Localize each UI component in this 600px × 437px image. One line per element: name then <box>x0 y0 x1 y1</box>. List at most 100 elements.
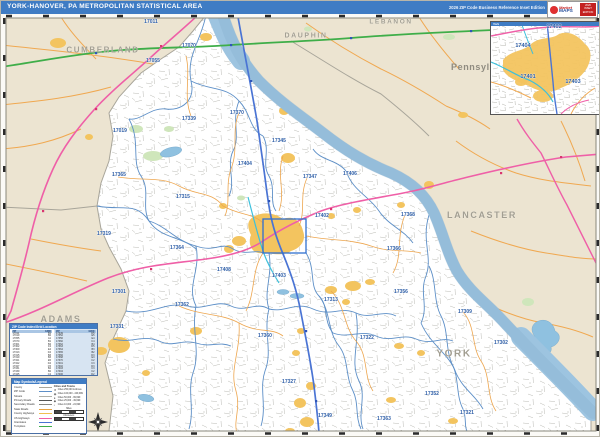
legend-label: US Highways <box>14 417 30 420</box>
legend-body: CountyZIP CodeStreetsPrimary RoadsSecond… <box>12 384 86 430</box>
inset-zip-label-17404: 17404 <box>515 43 530 49</box>
legend-swatch <box>39 422 52 423</box>
index-grid: D2 <box>91 374 94 376</box>
legend-swatch <box>39 391 52 392</box>
county-label-dauphin: DAUPHIN <box>284 33 327 40</box>
inset-zip-label-17403: 17403 <box>565 79 580 85</box>
legend-label: State Roads <box>14 408 28 411</box>
inset-zip-label-17402: 17402 <box>546 24 561 30</box>
zip-label-17408: 17408 <box>217 267 231 273</box>
zip-label-17327: 17327 <box>282 379 296 385</box>
index-grid: C2 <box>48 374 51 376</box>
scale-bar-miles: Miles <box>54 408 84 414</box>
logo-edition-badge: 2026INSETEDITION <box>580 3 596 16</box>
legend-swatch <box>39 400 52 401</box>
scale-bar-rule <box>54 410 84 414</box>
legend-label: County Highways <box>14 412 34 415</box>
legend-row-turnpikes: Turnpikes <box>14 425 52 429</box>
zip-label-17309: 17309 <box>458 309 472 315</box>
legend-label: Turnpikes <box>14 425 25 428</box>
legend-swatch <box>39 418 52 419</box>
zip-label-17403: 17403 <box>272 273 286 279</box>
zip-label-17019: 17019 <box>113 128 127 134</box>
legend-label: Secondary Roads <box>14 403 35 406</box>
logo-brand-bottom: MAPS <box>559 10 573 14</box>
zip-label-17370: 17370 <box>230 110 244 116</box>
logo-badge-line-2: EDITION <box>580 11 596 14</box>
zip-label-17404: 17404 <box>238 161 252 167</box>
legend-cities-column: Cities and Towns ★Cities 250,000 & Above… <box>52 385 84 429</box>
cities-list: ★Cities 250,000 & Above◉Cities 100,000 -… <box>54 389 84 407</box>
zip-index-row: 17406 D2 <box>55 374 96 376</box>
map-page: YORK-HANOVER, PA METROPOLITAN STATISTICA… <box>0 0 600 437</box>
zip-label-17406: 17406 <box>343 171 357 177</box>
zip-label-17319: 17319 <box>97 231 111 237</box>
zip-label-17011: 17011 <box>144 19 158 25</box>
zip-label-17322: 17322 <box>360 335 374 341</box>
legend-swatch <box>39 409 52 410</box>
zip-label-17349: 17349 <box>318 413 332 419</box>
city-category-label: Cities 250,000 & Above <box>58 389 82 391</box>
zip-label-17070: 17070 <box>182 43 196 49</box>
zip-index-row: 17345 C2 <box>12 374 53 376</box>
zip-label-17366: 17366 <box>387 246 401 252</box>
scale-bars: MilesKilometers <box>54 408 84 421</box>
zip-label-17339: 17339 <box>182 116 196 122</box>
zip-label-17347: 17347 <box>303 174 317 180</box>
zip-label-17356: 17356 <box>394 289 408 295</box>
legend-label: ZIP Code <box>14 390 25 393</box>
legend-swatch <box>39 413 52 414</box>
legend-swatch <box>39 404 52 405</box>
zip-label-17345: 17345 <box>272 138 286 144</box>
edition-label: 2026 ZIP Code Business Reference Inset E… <box>449 5 545 10</box>
scale-bar-rule <box>54 417 84 421</box>
county-label-lancaster: LANCASTER <box>447 210 517 220</box>
legend-box: Map Symbols/Legend CountyZIP CodeStreets… <box>11 378 87 434</box>
legend-swatch <box>39 387 52 388</box>
legend-label: Streets <box>14 395 22 398</box>
zip-label-17313: 17313 <box>324 297 338 303</box>
inset-zip-label-17401: 17401 <box>520 74 535 80</box>
city-category-row: •Cities 10,000 - 24,999 <box>54 403 84 407</box>
zip-label-17362: 17362 <box>175 302 189 308</box>
county-label-cumberland: CUMBERLAND <box>66 46 139 55</box>
map-title: YORK-HANOVER, PA METROPOLITAN STATISTICA… <box>7 3 202 10</box>
zip-label-17301: 17301 <box>112 289 126 295</box>
york-city-inset-map: York 17402 17404 17401 17403 <box>490 21 600 115</box>
zip-index-columns: ZIPGRID17011B117019B217055A117070B117301… <box>10 329 97 376</box>
zip-label-17352: 17352 <box>425 391 439 397</box>
city-category-label: Cities 50,000 - 99,999 <box>58 397 80 399</box>
zip-index-column-right: ZIPGRID17349D517352E517356E417360C417362… <box>54 329 98 376</box>
zip-label-17368: 17368 <box>401 212 415 218</box>
zip-label-17360: 17360 <box>258 333 272 339</box>
zip-label-17321: 17321 <box>460 410 474 416</box>
city-category-label: Cities 100,000 - 249,999 <box>58 393 83 395</box>
publisher-logo: Market MAPS 2026INSETEDITION <box>547 1 598 18</box>
zip-label-17365: 17365 <box>112 172 126 178</box>
zip-label-17402: 17402 <box>315 213 329 219</box>
city-category-label: Cities 10,000 - 24,999 <box>58 404 80 406</box>
legend-swatch <box>39 396 52 397</box>
legend-label: Interstates <box>14 421 26 424</box>
zip-index-box: ZIP Code Index/Grid Location ZIPGRID1701… <box>9 323 98 376</box>
county-label-york: YORK <box>436 349 471 360</box>
zip-index-column-left: ZIPGRID17011B117019B217055A117070B117301… <box>10 329 54 376</box>
index-zip: 17406 <box>56 374 63 376</box>
zip-label-17302: 17302 <box>494 340 508 346</box>
zip-label-17055: 17055 <box>146 58 160 64</box>
scale-bar-kilometers: Kilometers <box>54 415 84 421</box>
legend-symbol-list: CountyZIP CodeStreetsPrimary RoadsSecond… <box>14 385 52 429</box>
zip-label-17331: 17331 <box>110 324 124 330</box>
legend-label: Primary Roads <box>14 399 31 402</box>
logo-wordmark: Market MAPS <box>559 6 573 14</box>
city-category-label: Cities 25,000 - 49,999 <box>58 400 80 402</box>
index-zip: 17345 <box>13 374 20 376</box>
county-label-lebanon: LEBANON <box>369 19 412 26</box>
title-bar: YORK-HANOVER, PA METROPOLITAN STATISTICA… <box>1 1 600 14</box>
inset-map-art <box>491 22 600 114</box>
inset-title: York <box>493 22 499 26</box>
legend-swatch <box>39 426 52 427</box>
logo-burst-icon <box>550 6 558 14</box>
zip-label-17315: 17315 <box>176 194 190 200</box>
zip-label-17363: 17363 <box>377 416 391 422</box>
